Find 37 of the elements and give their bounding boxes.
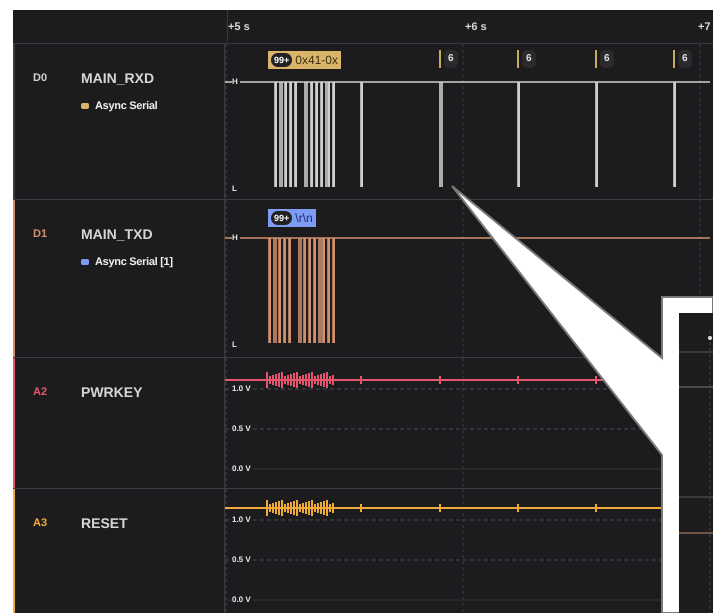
voltage-label: 0.0 V [232, 595, 253, 604]
level-label: L [232, 184, 239, 193]
marker-label[interactable]: 6 [522, 50, 536, 68]
channel-name[interactable]: RESET [81, 515, 128, 531]
level-label: H [232, 233, 240, 242]
count-badge: 99+ [271, 211, 292, 225]
voltage-label: 1.0 V [232, 515, 253, 524]
marker-label[interactable]: 6 [444, 50, 458, 68]
decoded-text: \r\n [295, 211, 313, 225]
time-tick-label: +7 [698, 21, 711, 33]
marker-line [517, 50, 519, 68]
analyzer-label[interactable]: Async Serial [1] [95, 256, 173, 268]
marker-line [673, 50, 675, 68]
marker-label[interactable]: 6 [600, 50, 614, 68]
channel-id: A3 [33, 517, 48, 529]
channel-id: D0 [33, 72, 48, 84]
time-tick-label: +5 s [228, 21, 250, 33]
level-label: H [232, 77, 240, 86]
voltage-label: 0.5 V [232, 424, 253, 433]
channel-name[interactable]: MAIN_TXD [81, 226, 153, 242]
analyzer-label[interactable]: Async Serial [95, 100, 158, 112]
voltage-label: 1.0 V [232, 384, 253, 393]
voltage-label: 0.0 V [232, 464, 253, 473]
channel-name[interactable]: PWRKEY [81, 384, 142, 400]
decoded-data-label[interactable]: 99+ \r\n [268, 209, 316, 227]
decoded-data-label[interactable]: 99+ 0x41-0x [268, 51, 341, 69]
level-label: L [232, 340, 239, 349]
marker-line [595, 50, 597, 68]
channel-id: D1 [33, 228, 48, 240]
channel-name[interactable]: MAIN_RXD [81, 70, 154, 86]
marker-label[interactable]: 6 [678, 50, 692, 68]
channel-id: A2 [33, 386, 48, 398]
marker-line [439, 50, 441, 68]
decoded-text: 0x41-0x [295, 53, 338, 67]
voltage-label: 0.5 V [232, 555, 253, 564]
time-tick-label: +6 s [465, 21, 487, 33]
count-badge: 99+ [271, 53, 292, 67]
